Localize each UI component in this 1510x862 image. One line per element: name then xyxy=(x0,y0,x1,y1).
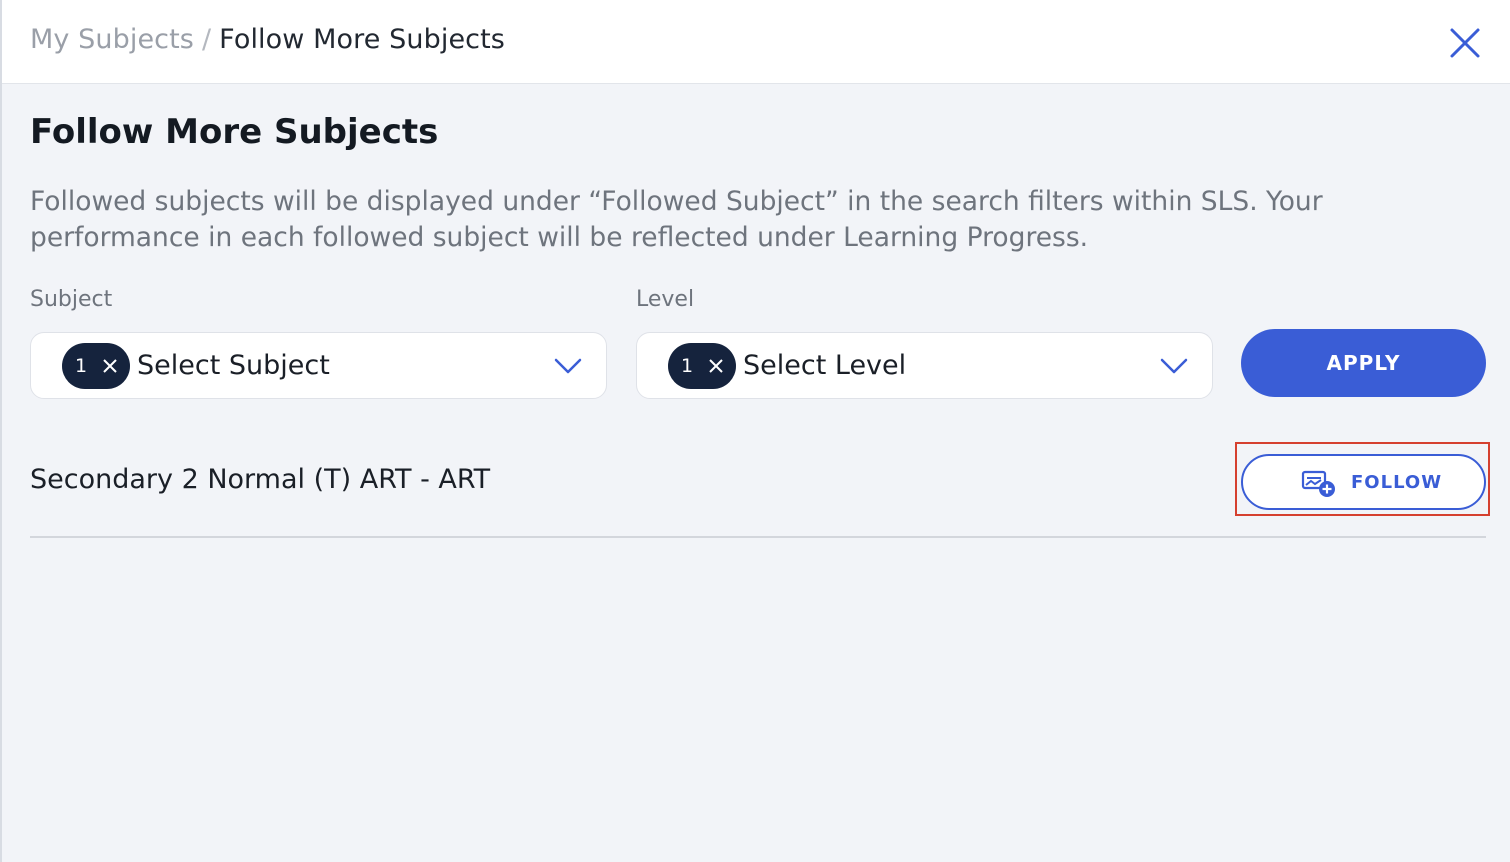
page-title: Follow More Subjects xyxy=(30,112,439,152)
breadcrumb-my-subjects[interactable]: My Subjects xyxy=(30,24,194,55)
apply-button[interactable]: APPLY xyxy=(1241,329,1486,397)
subject-name: Secondary 2 Normal (T) ART - ART xyxy=(30,464,491,495)
subject-label: Subject xyxy=(30,287,113,312)
x-icon[interactable] xyxy=(102,358,118,374)
subject-select-placeholder: Select Subject xyxy=(137,350,330,381)
level-label: Level xyxy=(636,287,695,312)
chevron-down-icon xyxy=(554,358,582,374)
level-chip-count: 1 xyxy=(681,355,694,377)
follow-button[interactable]: FOLLOW xyxy=(1241,454,1486,510)
follow-subjects-modal: My Subjects / Follow More Subjects Follow … xyxy=(0,0,1510,862)
close-button[interactable] xyxy=(1446,24,1484,62)
level-select[interactable]: 1 Select Level xyxy=(636,332,1213,399)
chevron-down-icon xyxy=(1160,358,1188,374)
follow-subject-icon xyxy=(1301,470,1335,497)
follow-button-label: FOLLOW xyxy=(1351,472,1443,493)
x-icon[interactable] xyxy=(708,358,724,374)
page-description: Followed subjects will be displayed unde… xyxy=(30,186,1323,253)
subject-selected-chip: 1 xyxy=(62,343,130,389)
breadcrumb: My Subjects / Follow More Subjects xyxy=(30,24,505,55)
subject-chip-count: 1 xyxy=(75,355,88,377)
subject-select[interactable]: 1 Select Subject xyxy=(30,332,607,399)
breadcrumb-separator: / xyxy=(201,24,212,55)
modal-header: My Subjects / Follow More Subjects xyxy=(2,0,1510,84)
level-select-placeholder: Select Level xyxy=(743,350,907,381)
breadcrumb-current: Follow More Subjects xyxy=(219,24,505,55)
close-icon xyxy=(1450,28,1480,58)
level-selected-chip: 1 xyxy=(668,343,736,389)
